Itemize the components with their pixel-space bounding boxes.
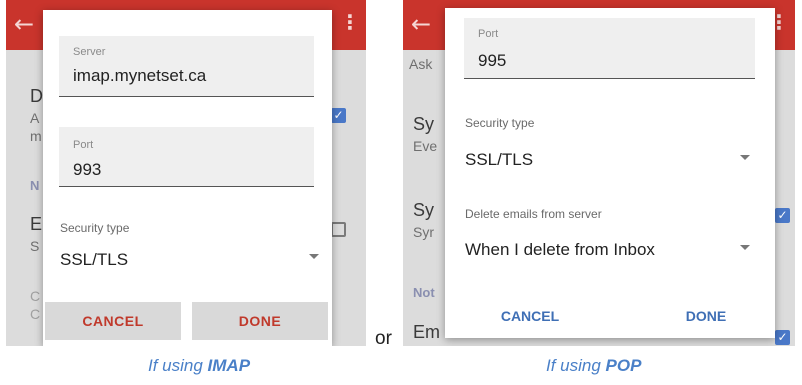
delete-emails-dropdown[interactable]: When I delete from Inbox: [464, 230, 750, 270]
background-text: m: [30, 128, 42, 144]
checkbox-checked-icon: ✓: [775, 208, 790, 223]
port-field[interactable]: Port 995: [464, 18, 755, 79]
imap-server-settings-dialog: Server imap.mynetset.ca Port 993 Securit…: [43, 10, 332, 346]
background-text: Ask: [409, 56, 433, 72]
pop-server-settings-dialog: Port 995 Security type SSL/TLS Delete em…: [445, 8, 775, 338]
or-connector: or: [375, 328, 392, 349]
back-arrow-icon[interactable]: ←: [411, 10, 431, 38]
checkbox-empty-icon: [331, 222, 346, 237]
delete-emails-label: Delete emails from server: [465, 207, 602, 221]
port-label: Port: [73, 139, 94, 151]
background-text: D: [30, 86, 43, 106]
port-label: Port: [478, 28, 499, 40]
server-field[interactable]: Server imap.mynetset.ca: [59, 36, 314, 97]
background-text: Eve: [413, 138, 438, 154]
background-text: E: [30, 214, 43, 234]
security-type-value: SSL/TLS: [465, 150, 534, 169]
security-type-value: SSL/TLS: [60, 250, 129, 269]
checkbox-checked-icon: ✓: [331, 108, 346, 123]
server-value: imap.mynetset.ca: [73, 66, 207, 85]
back-arrow-icon[interactable]: ←: [14, 10, 34, 38]
done-button[interactable]: DONE: [192, 302, 328, 340]
background-text: C: [30, 288, 41, 304]
security-type-label: Security type: [465, 116, 535, 130]
background-text: S: [30, 238, 40, 254]
dropdown-arrow-icon: [740, 155, 750, 160]
port-value: 995: [478, 51, 507, 70]
port-value: 993: [73, 160, 102, 179]
dropdown-arrow-icon: [740, 245, 750, 250]
imap-caption: If using IMAP: [148, 356, 251, 375]
server-label: Server: [73, 46, 106, 58]
background-text: Syr: [413, 224, 434, 240]
more-options-icon[interactable]: ⋮: [340, 10, 360, 34]
background-section-label: Not: [413, 285, 435, 300]
background-text: A: [30, 110, 40, 126]
security-type-label: Security type: [60, 221, 130, 235]
pop-caption: If using POP: [546, 356, 642, 375]
checkbox-checked-icon: ✓: [775, 330, 790, 345]
background-text: Sy: [413, 114, 435, 134]
background-text: C: [30, 306, 41, 322]
dropdown-arrow-icon: [309, 254, 319, 259]
port-field[interactable]: Port 993: [59, 127, 314, 187]
security-type-dropdown[interactable]: SSL/TLS: [464, 140, 750, 180]
done-button[interactable]: DONE: [671, 304, 741, 328]
pop-screenshot: ← ⋮ Ask Sy Eve Sy Syr Not Em ✓ ✓ Port 99…: [403, 0, 795, 346]
cancel-button[interactable]: CANCEL: [485, 304, 575, 328]
cancel-button[interactable]: CANCEL: [45, 302, 181, 340]
security-type-dropdown[interactable]: SSL/TLS: [59, 242, 319, 276]
background-text: Sy: [413, 200, 435, 220]
background-text: Em: [413, 322, 440, 342]
imap-screenshot: ← ⋮ D A m N E S C C ✓ Server imap.mynets…: [6, 0, 366, 346]
background-section-label: N: [30, 178, 40, 193]
delete-emails-value: When I delete from Inbox: [465, 240, 655, 259]
